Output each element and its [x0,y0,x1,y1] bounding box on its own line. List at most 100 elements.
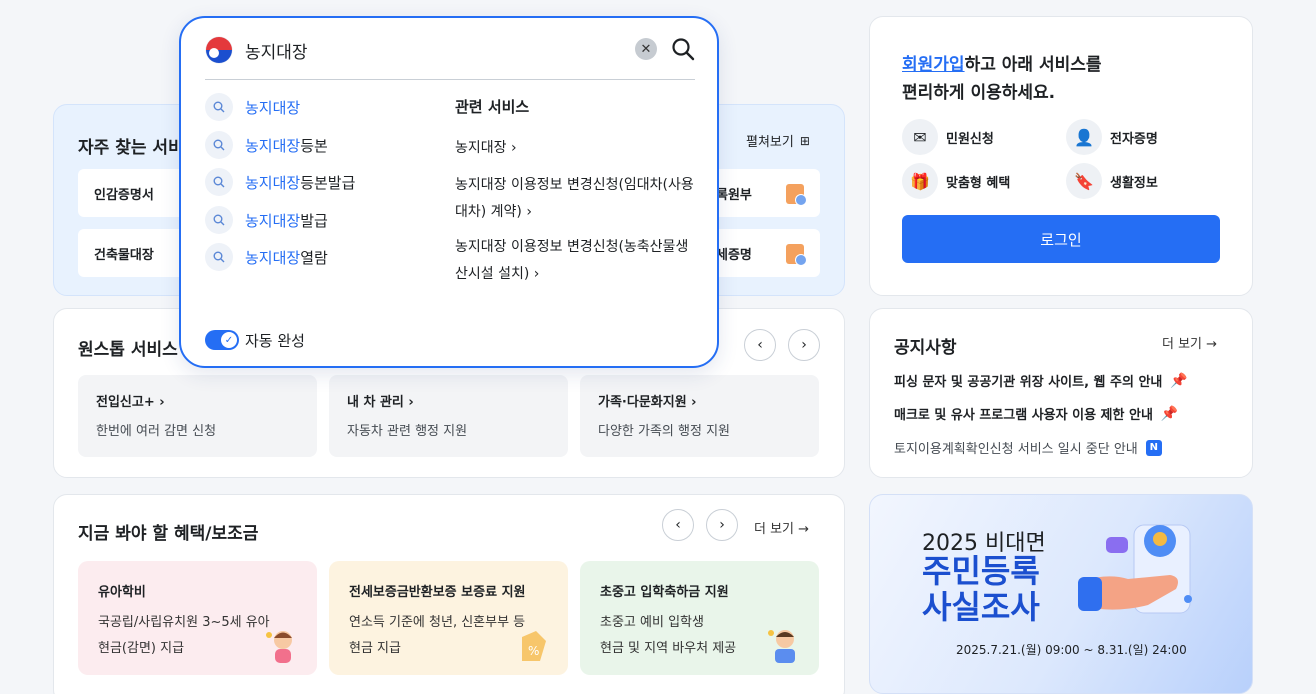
banner-period: 2025.7.21.(월) 09:00 ~ 8.31.(일) 24:00 [956,643,1187,657]
notice-text: 토지이용계획확인신청 서비스 일시 중단 안내 [894,442,1138,457]
suggestion-suffix: 발급 [300,211,328,230]
service-life-info[interactable]: 🔖 생활정보 [1066,163,1158,199]
notice-item[interactable]: 피싱 문자 및 공공기관 위장 사이트, 웹 주의 안내 📌 [894,371,1188,391]
search-icon [205,93,233,121]
notice-item[interactable]: 매크로 및 유사 프로그램 사용자 이용 제한 안내 📌 [894,404,1179,424]
child-illustration-icon [266,631,292,663]
grid-icon: ⊞ [799,133,810,148]
service-e-cert[interactable]: 👤 전자증명 [1066,119,1158,155]
service-label: 전자증명 [1110,131,1158,147]
document-icon [786,244,807,266]
student-illustration-icon [768,630,795,663]
suggestion-highlight: 농지대장 [245,98,301,117]
card-title: 전세보증금반환보증 보증료 지원 [349,585,526,600]
favorite-item-ingam[interactable]: 인감증명서 [78,169,188,217]
benefits-title: 지금 봐야 할 혜택/보조금 [78,524,259,544]
notice-text: 피싱 문자 및 공공기관 위장 사이트, 웹 주의 안내 [894,375,1163,390]
suggestion-item[interactable]: 농지대장등본 [205,131,328,159]
banner-line2: 주민등록 [922,552,1040,590]
autocomplete-label: 자동 완성 [245,332,305,350]
benefits-more-link[interactable]: 더 보기 → [754,518,809,537]
prev-button[interactable]: ‹ [662,509,694,541]
service-label: 맞춤형 혜택 [946,175,1011,191]
notice-text: 매크로 및 유사 프로그램 사용자 이용 제한 안내 [894,408,1153,423]
search-input[interactable]: 농지대장 [245,38,308,63]
bookmark-icon: 🔖 [1066,163,1102,199]
banner-line3: 사실조사 [922,588,1040,626]
next-button[interactable]: › [788,329,820,361]
pin-icon: 📌 [1170,372,1188,389]
chevron-left-icon: ‹ [757,337,763,353]
gift-icon: 🎁 [902,163,938,199]
envelope-icon: ✉ [902,119,938,155]
prev-button[interactable]: ‹ [744,329,776,361]
suggestion-highlight: 농지대장 [245,136,301,155]
document-icon [786,184,807,206]
percent-tag-icon: % [522,631,546,661]
suggestion-item[interactable]: 농지대장열람 [205,243,328,271]
favorite-item-tax-cert[interactable]: 세증명 [704,229,820,277]
notice-item[interactable]: 토지이용계획확인신청 서비스 일시 중단 안내 N [894,438,1162,457]
onestop-card-family[interactable]: 가족·다문화지원 › 다양한 가족의 행정 지원 [580,375,819,457]
chevron-left-icon: ‹ [675,517,681,533]
new-badge: N [1145,439,1162,456]
clear-icon[interactable]: ✕ [635,38,657,60]
suggestion-highlight: 농지대장 [245,248,301,267]
card-title: 내 차 관리 › [347,395,414,410]
search-popup: 농지대장 ✕ 농지대장 농지대장등본 농지대장등본발급 농지대장발급 농지대장열… [179,16,719,368]
next-button[interactable]: › [706,509,738,541]
related-service-link[interactable]: 농지대장 이용정보 변경신청(농축산물생산시설 설치) › [455,234,699,288]
benefit-card-preschool[interactable]: 유아학비 국공립/사립유치원 3~5세 유아 현금(감면) 지급 [78,561,317,675]
favorite-item-registry[interactable]: 록원부 [704,169,820,217]
favorites-title: 자주 찾는 서비 [78,138,184,158]
benefit-card-school[interactable]: 초중고 입학축하금 지원 초중고 예비 입학생 현금 및 지역 바우처 제공 [580,561,819,675]
suggestion-item[interactable]: 농지대장등본발급 [205,168,355,196]
search-icon [205,243,233,271]
pin-icon: 📌 [1160,405,1179,422]
related-service-link[interactable]: 농지대장 › [455,135,699,162]
service-benefit[interactable]: 🎁 맞춤형 혜택 [902,163,1010,199]
suggestion-highlight: 농지대장 [245,211,301,230]
login-button[interactable]: 로그인 [902,215,1220,263]
suggestion-label: 농지대장등본 [245,135,328,156]
favorite-item-label: 건축물대장 [94,247,154,263]
login-panel: 회원가입하고 아래 서비스를 편리하게 이용하세요. ✉ 민원신청 👤 전자증명 🎁… [869,16,1253,296]
service-complaint[interactable]: ✉ 민원신청 [902,119,994,155]
government-logo-icon [205,36,233,64]
card-title: 가족·다문화지원 › [598,395,697,410]
phone-hand-illustration-icon [1078,524,1192,614]
favorite-item-label: 인감증명서 [94,187,154,203]
suggestion-suffix: 열람 [300,248,328,267]
suggestion-item[interactable]: 농지대장 [205,93,300,121]
onestop-card-car[interactable]: 내 차 관리 › 자동차 관련 행정 지원 [329,375,568,457]
autocomplete-toggle[interactable] [205,330,239,350]
notice-title: 공지사항 [894,338,957,358]
benefit-card-deposit[interactable]: 전세보증금반환보증 보증료 지원 연소득 기준에 청년, 신혼부부 등 현금 지… [329,561,568,675]
svg-text:%: % [528,644,539,658]
favorite-item-building[interactable]: 건축물대장 [78,229,188,277]
notice-more-link[interactable]: 더 보기 → [1162,333,1217,352]
suggestion-suffix: 등본 [300,136,328,155]
expand-button[interactable]: 펼쳐보기 ⊞ [746,131,810,151]
divider [205,79,695,80]
signup-link[interactable]: 회원가입 [902,55,965,75]
card-title: 유아학비 [98,585,146,600]
headline-text-2: 편리하게 이용하세요. [902,83,1056,103]
search-icon [205,168,233,196]
suggestion-suffix: 등본발급 [300,173,356,192]
service-label: 생활정보 [1110,175,1158,191]
search-icon [205,206,233,234]
card-desc: 한번에 여러 감면 신청 [96,424,217,439]
notice-panel: 공지사항 더 보기 → 피싱 문자 및 공공기관 위장 사이트, 웹 주의 안내… [869,308,1253,478]
onestop-card-move-in[interactable]: 전입신고+ › 한번에 여러 감면 신청 [78,375,317,457]
card-desc: 다양한 가족의 행정 지원 [598,424,730,439]
chevron-right-icon: › [801,337,807,353]
favorite-item-label: 세증명 [716,247,752,263]
suggestion-item[interactable]: 농지대장발급 [205,206,328,234]
related-service-link[interactable]: 농지대장 이용정보 변경신청(임대차(사용대차) 계약) › [455,172,699,226]
search-icon [205,131,233,159]
search-icon[interactable] [671,37,695,61]
suggestion-highlight: 농지대장 [245,173,301,192]
resident-survey-banner[interactable]: 2025 비대면 주민등록 사실조사 2025.7.21.(월) 09:00 ~… [869,494,1253,694]
login-headline: 회원가입하고 아래 서비스를 편리하게 이용하세요. [902,51,1102,107]
